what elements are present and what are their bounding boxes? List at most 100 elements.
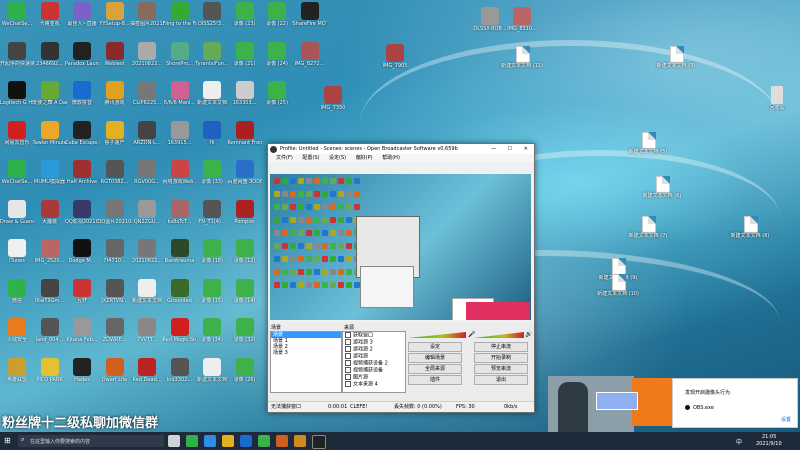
desktop-icon-top-right-2[interactable]: IMG_8310... xyxy=(505,7,539,45)
desktop-icon[interactable]: 猴子速产 xyxy=(98,120,132,159)
desktop-icon[interactable]: 录像 (15) xyxy=(195,278,229,317)
desktop-icon[interactable]: IMG_8272... xyxy=(293,41,327,80)
desktop-icon[interactable]: 20210822... xyxy=(130,239,164,277)
desktop-icon[interactable]: ks8xTcT... xyxy=(163,199,197,238)
scenes-list[interactable]: 场景 场景 1 场景 2 场景 3 xyxy=(270,331,342,393)
desktop-icon[interactable]: iTunes xyxy=(0,239,34,277)
source-checkbox[interactable] xyxy=(345,353,351,359)
explorer-taskbar-icon[interactable] xyxy=(222,435,234,447)
menu-prefs[interactable]: 偏好(P) xyxy=(356,155,373,161)
desktop-icon[interactable]: Fling to the Finish 整体 xyxy=(163,2,197,40)
desktop-icon[interactable]: 天使之舞 A Dance of F... xyxy=(33,81,67,119)
exit-button[interactable]: 退出 xyxy=(474,375,528,385)
task-view-icon[interactable] xyxy=(168,435,180,447)
desktop-icon[interactable]: MUMU模拟器 xyxy=(33,160,67,198)
desktop-icon[interactable]: PICO PARK xyxy=(33,357,67,396)
desktop-icon[interactable]: Grounded xyxy=(163,278,197,317)
desktop-icon[interactable]: 开起序的快速链接 xyxy=(0,41,34,80)
mic-volume-meter[interactable] xyxy=(408,332,466,338)
desktop-icon[interactable]: 网络游戏Web... xyxy=(163,160,197,198)
desktop-icon[interactable]: ARZON-L... xyxy=(130,120,164,159)
obs-taskbar-icon[interactable] xyxy=(312,435,326,449)
desktop-icon[interactable]: 百度网盘 3ODE... xyxy=(228,160,262,198)
taskbar-search[interactable]: ⌕ 在这里输入你要搜索的内容 xyxy=(18,435,164,447)
desktop-icon[interactable]: JXZRTVN... xyxy=(98,278,132,317)
desktop-icon[interactable]: 微信 xyxy=(0,278,34,317)
source-list-item[interactable]: 获取窗口 xyxy=(343,332,405,339)
desktop-icon[interactable]: 火绒安全 xyxy=(0,318,34,356)
desktop-icon[interactable]: Cube Escape: ... xyxy=(65,120,99,159)
sources-list[interactable]: 获取窗口 游戏源 3 游戏源 2 游戏源 视频捕获设备 2 视频捕获设备 图片源 文本来源 4 xyxy=(342,331,406,393)
app-taskbar-icon[interactable] xyxy=(276,435,288,447)
desktop-icon[interactable]: QN2ZGU... xyxy=(130,199,164,238)
desktop-icon[interactable]: Red Magic Studio xyxy=(163,318,197,356)
menu-file[interactable]: 文件(F) xyxy=(276,155,293,161)
desktop-icon[interactable]: Pompon xyxy=(228,199,262,238)
desktop-icon[interactable]: ZDWRE... xyxy=(98,318,132,356)
clock-time[interactable]: 21:05 xyxy=(762,434,776,440)
desktop-icon[interactable]: 录像 (33) xyxy=(195,160,229,198)
desktop-icon[interactable]: QQ图片20210809... xyxy=(98,199,132,238)
source-list-item[interactable]: 游戏源 3 xyxy=(343,339,405,346)
desktop-icon[interactable]: 最佳人~直播 xyxy=(65,2,99,40)
global-source-button[interactable]: 全局来源 xyxy=(408,364,462,374)
desktop-volume-meter[interactable] xyxy=(474,332,524,338)
text-file-icon[interactable] xyxy=(642,132,656,149)
desktop-icon[interactable]: CLIP6225... xyxy=(130,81,164,119)
desktop-icon[interactable]: 互轩 xyxy=(65,278,99,317)
desktop-icon[interactable]: 录像 (12) xyxy=(228,239,262,277)
source-checkbox[interactable] xyxy=(345,332,351,338)
text-file-icon[interactable] xyxy=(670,46,684,63)
player-taskbar-icon[interactable] xyxy=(258,435,270,447)
source-list-item[interactable]: 图片源 xyxy=(343,374,405,381)
source-checkbox[interactable] xyxy=(345,360,351,366)
text-file-icon[interactable] xyxy=(656,176,670,193)
desktop-icon[interactable]: IMG_2520... xyxy=(33,239,67,277)
desktop-icon[interactable]: 新建文本文档 xyxy=(130,278,164,317)
desktop-icon[interactable]: 6/6/6 Mani... xyxy=(163,81,197,119)
desktop-icon[interactable]: 163915... xyxy=(163,120,197,159)
desktop-icon[interactable]: 抽签图片20210820... xyxy=(130,2,164,40)
desktop-icon[interactable]: Hi xyxy=(195,120,229,159)
mic-icon[interactable]: 🎤 xyxy=(468,331,475,338)
desktop-icon[interactable]: 录像 (24) xyxy=(260,41,294,80)
desktop-icon[interactable]: Red Dead... xyxy=(130,357,164,396)
desktop-icon[interactable]: YYSetup-8... xyxy=(98,2,132,40)
source-checkbox[interactable] xyxy=(345,346,351,352)
desktop-icon[interactable]: WeChatSe... xyxy=(0,160,34,198)
desktop-icon[interactable]: 录像 (32) xyxy=(228,318,262,356)
ime-indicator[interactable]: 中 xyxy=(736,437,742,446)
source-list-item[interactable]: 视频捕获设备 xyxy=(343,367,405,374)
desktop-icon[interactable]: 录像 (34) xyxy=(195,318,229,356)
desktop-icon[interactable]: Logitech G HUB xyxy=(0,81,34,119)
maximize-icon[interactable]: ☐ xyxy=(508,144,512,154)
desktop-icon[interactable]: 英雄联盟 xyxy=(0,357,34,396)
desktop-icon[interactable]: Weblest xyxy=(98,41,132,80)
preview-stream-button[interactable]: 预览串流 xyxy=(474,364,528,374)
desktop-icon[interactable]: Draw & Guess xyxy=(0,199,34,238)
desktop-icon[interactable]: Hades xyxy=(65,357,99,396)
desktop-icon[interactable]: Barotrauma xyxy=(163,239,197,277)
desktop-icon[interactable]: 录像 (22) xyxy=(260,2,294,40)
menu-settings[interactable]: 设定(S) xyxy=(329,155,346,161)
desktop-icon[interactable]: 腾讯游戏 xyxy=(98,81,132,119)
desktop-icon[interactable]: RGV00G... xyxy=(130,160,164,198)
desktop-icon[interactable]: RGT0382... xyxy=(98,160,132,198)
desktop-icon[interactable]: 录像 (14) xyxy=(228,278,262,317)
source-checkbox[interactable] xyxy=(345,374,351,380)
desktop-icon[interactable]: 录像 (21) xyxy=(228,41,262,80)
desktop-icon-img7905[interactable]: IMG_7905 xyxy=(378,44,412,82)
clock-date[interactable]: 2021/9/10 xyxy=(756,441,782,447)
desktop-icon[interactable]: Dodge M... xyxy=(65,239,99,277)
close-icon[interactable]: ✕ xyxy=(524,144,528,154)
desktop-icon[interactable]: lnd3302... xyxy=(163,357,197,396)
notification-toast[interactable]: 发现开启摄像头行为 OBS.exe 设置 xyxy=(672,378,798,428)
recycle-bin[interactable]: 回收站 xyxy=(760,86,794,124)
plugins-button[interactable]: 插件 xyxy=(408,375,462,385)
start-record-button[interactable]: 开始录制 xyxy=(474,353,528,363)
desktop-icon[interactable]: land_004... xyxy=(33,318,67,356)
text-file-icon[interactable] xyxy=(744,216,758,233)
desktop-icon[interactable]: Dwarf Life xyxy=(98,357,132,396)
desktop-icon[interactable]: 2346692... xyxy=(33,41,67,80)
desktop-icon[interactable]: 大魔装 xyxy=(33,199,67,238)
